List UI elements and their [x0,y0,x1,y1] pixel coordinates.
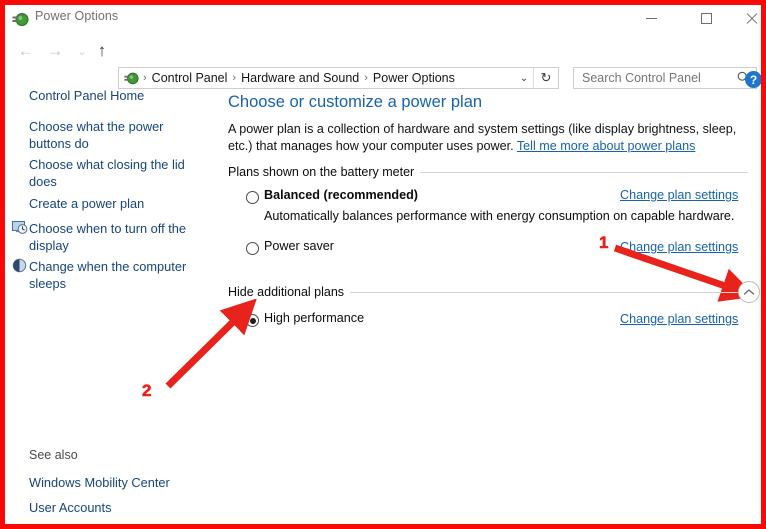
group-title-battery-meter: Plans shown on the battery meter [228,165,420,179]
maximize-button[interactable] [684,5,729,32]
back-button[interactable]: ← [15,39,37,61]
change-plan-settings-balanced[interactable]: Change plan settings [620,188,738,202]
window-frame: Power Options ← → ⌄ ↑ [0,0,766,529]
window-inner: Power Options ← → ⌄ ↑ [5,5,761,524]
group-title-hide-additional-plans: Hide additional plans [228,285,350,299]
balanced-radio[interactable] [246,191,259,204]
moon-sleep-icon [11,257,28,274]
tell-me-more-link[interactable]: Tell me more about power plans [517,139,696,153]
close-icon [746,13,758,25]
forward-button[interactable]: → [44,39,66,61]
sidebar-item-turn-off-display[interactable]: Choose when to turn off the display [29,220,189,254]
chevron-up-icon [743,288,755,296]
main-content: Choose or customize a power plan A power… [220,75,761,524]
sidebar-item-control-panel-home[interactable]: Control Panel Home [29,87,189,104]
intro-paragraph: A power plan is a collection of hardware… [228,121,753,155]
window-title: Power Options [35,9,118,23]
minimize-button[interactable] [629,5,674,32]
plan-name-power-saver[interactable]: Power saver [264,239,334,253]
see-also-item-user-accounts[interactable]: User Accounts [29,500,112,515]
change-plan-settings-power-saver[interactable]: Change plan settings [620,240,738,254]
display-clock-icon [11,219,28,236]
power-plug-icon [11,10,29,28]
up-button[interactable]: ↑ [91,39,113,61]
see-also-item-windows-mobility-center[interactable]: Windows Mobility Center [29,475,170,490]
see-also-label: See also [29,448,78,462]
power-saver-radio[interactable] [246,242,259,255]
minimize-icon [646,18,657,19]
high-performance-radio[interactable] [246,314,259,327]
sidebar-item-power-buttons[interactable]: Choose what the power buttons do [29,118,189,152]
sidebar: Control Panel Home Choose what the power… [5,75,220,524]
change-plan-settings-high-performance[interactable]: Change plan settings [620,312,738,326]
sidebar-item-closing-lid[interactable]: Choose what closing the lid does [29,156,189,190]
title-bar: Power Options [5,5,761,32]
recent-locations-button[interactable]: ⌄ [71,41,93,63]
plan-name-high-performance[interactable]: High performance [264,311,364,325]
sidebar-item-computer-sleeps[interactable]: Change when the computer sleeps [29,258,189,292]
navigation-bar: ← → ⌄ ↑ › Control Panel › Hardware and S… [5,32,761,68]
sidebar-item-create-power-plan[interactable]: Create a power plan [29,195,189,212]
page-title: Choose or customize a power plan [228,93,482,112]
hide-additional-plans-toggle[interactable] [738,281,760,303]
plan-description-balanced: Automatically balances performance with … [264,209,734,223]
maximize-icon [701,13,712,24]
close-button[interactable] [729,5,761,32]
plan-name-balanced[interactable]: Balanced (recommended) [264,188,418,202]
